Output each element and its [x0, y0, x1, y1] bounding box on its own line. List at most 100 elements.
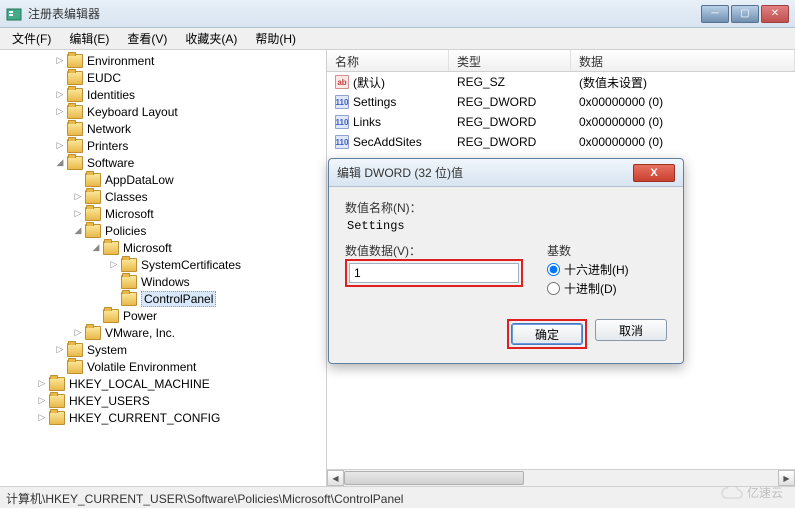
expander-icon[interactable]: ▷ [54, 140, 66, 152]
tree-node[interactable]: ▷HKEY_LOCAL_MACHINE [0, 375, 326, 392]
watermark: 亿速云 [721, 484, 783, 501]
tree-node[interactable]: ▷HKEY_CURRENT_CONFIG [0, 409, 326, 426]
ok-button[interactable]: 确定 [511, 323, 583, 345]
tree-label: Identities [87, 88, 135, 102]
tree-label: Windows [141, 275, 190, 289]
menu-help[interactable]: 帮助(H) [247, 28, 304, 49]
list-row[interactable]: 110SettingsREG_DWORD0x00000000 (0) [327, 92, 795, 112]
column-type[interactable]: 类型 [449, 50, 571, 71]
value-name: (默认) [353, 74, 385, 91]
expander-icon[interactable]: ▷ [72, 191, 84, 203]
tree-node[interactable]: ▷Windows [0, 273, 326, 290]
cancel-button[interactable]: 取消 [595, 319, 667, 341]
value-name-label: 数值名称(N)： [345, 199, 667, 216]
menu-edit[interactable]: 编辑(E) [61, 28, 117, 49]
tree-node[interactable]: ▷ HKEY_USERS [0, 392, 326, 409]
list-header: 名称 类型 数据 [327, 50, 795, 72]
tree-node[interactable]: ▷AppDataLow [0, 171, 326, 188]
statusbar: 计算机\HKEY_CURRENT_USER\Software\Policies\… [0, 486, 795, 508]
value-data: 0x00000000 (0) [571, 135, 795, 149]
list-row[interactable]: 110SecAddSitesREG_DWORD0x00000000 (0) [327, 132, 795, 152]
tree-node[interactable]: ▷SystemCertificates [0, 256, 326, 273]
value-name: SecAddSites [353, 135, 422, 149]
column-data[interactable]: 数据 [571, 50, 795, 71]
dialog-close-button[interactable]: X [633, 164, 675, 182]
radio-hex-row[interactable]: 十六进制(H) [547, 261, 667, 278]
tree-pane[interactable]: ▷ Environment▷EUDC ▷ Identities▷Keyboard La… [0, 50, 327, 486]
tree-node[interactable]: ▷System [0, 341, 326, 358]
folder-icon [103, 241, 119, 255]
radio-hex[interactable] [547, 263, 560, 276]
menubar: 文件(F) 编辑(E) 查看(V) 收藏夹(A) 帮助(H) [0, 28, 795, 50]
menu-view[interactable]: 查看(V) [119, 28, 175, 49]
expander-icon[interactable]: ▷ [54, 106, 66, 118]
window-controls: ─ ▢ ✕ [701, 5, 789, 23]
radio-dec[interactable] [547, 282, 560, 295]
tree-node[interactable]: ▷ Classes [0, 188, 326, 205]
expander-icon[interactable]: ▷ [36, 412, 48, 424]
tree-node[interactable]: ◢ Policies [0, 222, 326, 239]
expander-icon[interactable]: ▷ [54, 344, 66, 356]
folder-icon [103, 309, 119, 323]
expander-icon[interactable]: ▷ [108, 259, 120, 271]
expander-icon[interactable]: ◢ [54, 157, 66, 169]
folder-icon [49, 411, 65, 425]
close-button[interactable]: ✕ [761, 5, 789, 23]
folder-icon [67, 71, 83, 85]
value-type: REG_DWORD [449, 95, 571, 109]
folder-icon [121, 275, 137, 289]
list-body: ab(默认)REG_SZ(数值未设置)110SettingsREG_DWORD0… [327, 72, 795, 152]
tree-label: HKEY_USERS [69, 394, 150, 408]
tree-node[interactable]: ▷Power [0, 307, 326, 324]
maximize-button[interactable]: ▢ [731, 5, 759, 23]
tree-node[interactable]: ◢Software [0, 154, 326, 171]
dialog-buttons: 确定 取消 [329, 311, 683, 363]
folder-icon [121, 258, 137, 272]
radio-dec-row[interactable]: 十进制(D) [547, 280, 667, 297]
tree-label: Environment [87, 54, 154, 68]
expander-icon[interactable]: ▷ [36, 378, 48, 390]
column-name[interactable]: 名称 [327, 50, 449, 71]
tree-node[interactable]: ▷Microsoft [0, 205, 326, 222]
scroll-track[interactable] [344, 470, 778, 486]
minimize-button[interactable]: ─ [701, 5, 729, 23]
folder-icon [67, 360, 83, 374]
tree-node[interactable]: ▷VMware, Inc. [0, 324, 326, 341]
menu-file[interactable]: 文件(F) [4, 28, 59, 49]
menu-favorites[interactable]: 收藏夹(A) [177, 28, 245, 49]
tree-node[interactable]: ▷Network [0, 120, 326, 137]
tree-label: Policies [105, 224, 146, 238]
value-data-input[interactable] [349, 263, 519, 283]
folder-icon [121, 292, 137, 306]
value-type: REG_DWORD [449, 115, 571, 129]
tree-node[interactable]: ▷ Identities [0, 86, 326, 103]
expander-icon[interactable]: ▷ [54, 55, 66, 67]
tree-label: Microsoft [123, 241, 172, 255]
value-name: Links [353, 115, 381, 129]
tree-node[interactable]: ▷ControlPanel [0, 290, 326, 307]
scroll-thumb[interactable] [344, 471, 524, 485]
tree-node[interactable]: ▷Printers [0, 137, 326, 154]
tree-label: Classes [105, 190, 148, 204]
list-row[interactable]: 110LinksREG_DWORD0x00000000 (0) [327, 112, 795, 132]
dialog-titlebar[interactable]: 编辑 DWORD (32 位)值 X [329, 159, 683, 187]
tree-node[interactable]: ▷ Environment [0, 52, 326, 69]
tree-node[interactable]: ◢ Microsoft [0, 239, 326, 256]
window-title: 注册表编辑器 [28, 5, 701, 22]
string-value-icon: ab [335, 75, 349, 89]
expander-icon[interactable]: ◢ [90, 242, 102, 254]
edit-dword-dialog: 编辑 DWORD (32 位)值 X 数值名称(N)： Settings 数值数… [328, 158, 684, 364]
expander-icon[interactable]: ◢ [72, 225, 84, 237]
folder-icon [85, 173, 101, 187]
tree-node[interactable]: ▷EUDC [0, 69, 326, 86]
expander-icon[interactable]: ▷ [72, 208, 84, 220]
tree-node[interactable]: ▷Volatile Environment [0, 358, 326, 375]
scroll-left-icon[interactable]: ◀ [327, 470, 344, 486]
list-row[interactable]: ab(默认)REG_SZ(数值未设置) [327, 72, 795, 92]
tree-node[interactable]: ▷Keyboard Layout [0, 103, 326, 120]
expander-icon[interactable]: ▷ [36, 395, 48, 407]
value-type: REG_DWORD [449, 135, 571, 149]
expander-icon[interactable]: ▷ [72, 327, 84, 339]
expander-icon[interactable]: ▷ [54, 89, 66, 101]
value-name: Settings [353, 95, 396, 109]
